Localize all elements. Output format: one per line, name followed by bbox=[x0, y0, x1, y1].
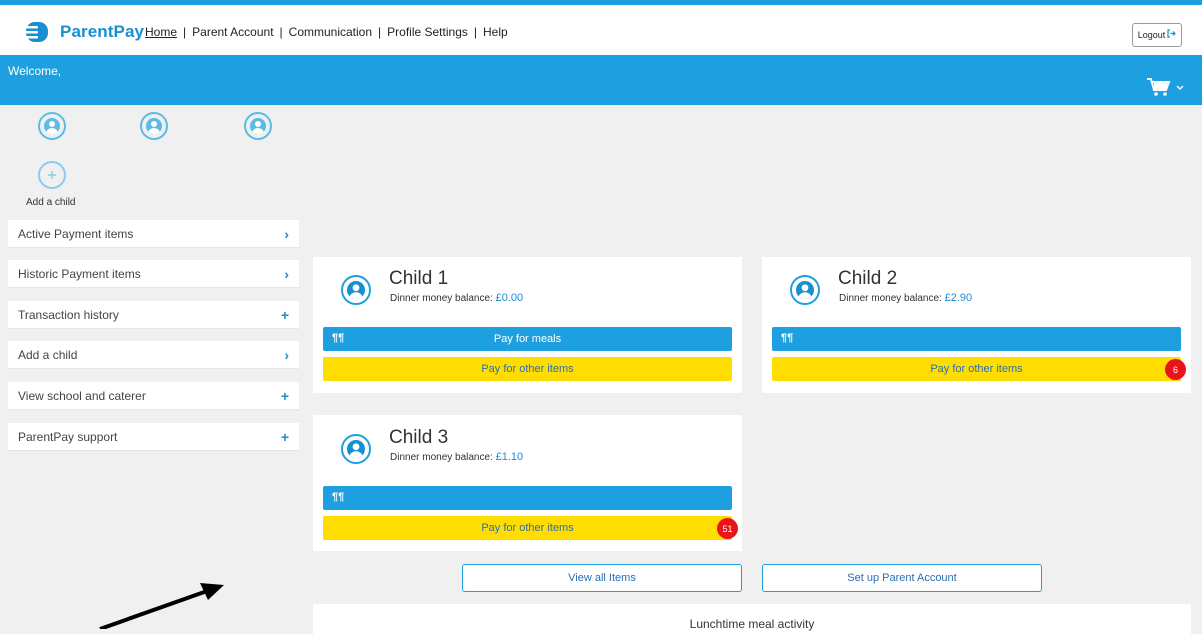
dinner-money-balance: Dinner money balance: £0.00 bbox=[390, 292, 523, 304]
sidebar-item-add-a-child[interactable]: Add a child › bbox=[8, 341, 299, 369]
chevron-down-icon bbox=[1176, 85, 1184, 90]
sign-out-icon bbox=[1167, 29, 1177, 41]
add-child-avatar[interactable] bbox=[38, 161, 66, 189]
child-avatar bbox=[790, 275, 820, 305]
welcome-banner: Welcome, bbox=[0, 55, 1202, 105]
pay-other-label: Pay for other items bbox=[481, 363, 574, 375]
pay-for-meals-button[interactable]: ¶¶ bbox=[323, 486, 732, 510]
chevron-right-icon: › bbox=[284, 265, 289, 282]
child-name: Child 2 bbox=[838, 268, 898, 289]
nav-home[interactable]: Home bbox=[145, 25, 177, 39]
sidebar-item-label: Add a child bbox=[18, 347, 78, 362]
header-bar: ParentPay Home | Parent Account | Commun… bbox=[0, 5, 1202, 55]
chevron-right-icon: › bbox=[284, 346, 289, 363]
view-all-items-button[interactable]: View all Items bbox=[462, 564, 742, 592]
parentpay-logo-icon bbox=[24, 22, 50, 42]
pay-other-label: Pay for other items bbox=[481, 522, 574, 534]
sidebar-item-label: Active Payment items bbox=[18, 226, 134, 241]
sidebar-item-transaction-history[interactable]: Transaction history + bbox=[8, 301, 299, 329]
pending-items-badge: 6 bbox=[1165, 359, 1186, 380]
sidebar-item-parentpay-support[interactable]: ParentPay support + bbox=[8, 423, 299, 451]
user-icon bbox=[796, 281, 814, 299]
child-card-1: Child 1 Dinner money balance: £0.00 ¶¶ P… bbox=[313, 257, 742, 393]
nav-parent-account[interactable]: Parent Account bbox=[192, 25, 273, 39]
pending-items-badge: 51 bbox=[717, 518, 738, 539]
pay-for-other-items-button[interactable]: Pay for other items bbox=[323, 516, 732, 540]
plus-icon: + bbox=[280, 306, 289, 323]
user-icon bbox=[347, 281, 365, 299]
nav-separator: | bbox=[183, 25, 187, 39]
user-icon bbox=[250, 118, 266, 134]
child-avatar-2[interactable] bbox=[140, 112, 168, 140]
dinner-money-balance: Dinner money balance: £2.90 bbox=[839, 292, 972, 304]
sidebar-item-label: Transaction history bbox=[18, 307, 119, 322]
nav-separator: | bbox=[279, 25, 283, 39]
pay-for-other-items-button[interactable]: Pay for other items bbox=[323, 357, 732, 381]
user-icon bbox=[146, 118, 162, 134]
logout-label: Logout bbox=[1137, 30, 1166, 40]
setup-parent-account-label: Set up Parent Account bbox=[847, 572, 957, 584]
sidebar-item-view-school-and-caterer[interactable]: View school and caterer + bbox=[8, 382, 299, 410]
welcome-text: Welcome, bbox=[8, 64, 62, 78]
shopping-cart-icon bbox=[1147, 78, 1171, 96]
user-icon bbox=[44, 118, 60, 134]
plus-icon: + bbox=[280, 387, 289, 404]
balance-label: Dinner money balance: bbox=[839, 293, 942, 304]
chevron-right-icon: › bbox=[284, 225, 289, 242]
plus-icon bbox=[48, 171, 56, 179]
sidebar-item-active-payment-items[interactable]: Active Payment items › bbox=[8, 220, 299, 248]
pay-for-meals-label: Pay for meals bbox=[493, 333, 562, 345]
nav-separator: | bbox=[378, 25, 382, 39]
pay-other-label: Pay for other items bbox=[930, 363, 1023, 375]
pay-for-meals-button[interactable]: ¶¶ bbox=[772, 327, 1181, 351]
balance-amount: £0.00 bbox=[495, 292, 524, 304]
pay-for-other-items-button[interactable]: Pay for other items bbox=[772, 357, 1181, 381]
user-icon bbox=[347, 440, 365, 458]
child-name: Child 3 bbox=[389, 427, 449, 448]
cutlery-icon: ¶¶ bbox=[781, 332, 794, 344]
balance-label: Dinner money balance: bbox=[390, 293, 493, 304]
cutlery-icon: ¶¶ bbox=[332, 491, 345, 503]
balance-amount: £2.90 bbox=[944, 292, 973, 304]
brand-logo[interactable]: ParentPay bbox=[24, 22, 144, 42]
balance-amount: £1.10 bbox=[495, 451, 524, 463]
child-card-2: Child 2 Dinner money balance: £2.90 ¶¶ P… bbox=[762, 257, 1191, 393]
nav-communication[interactable]: Communication bbox=[289, 25, 372, 39]
logout-button[interactable]: Logout bbox=[1132, 23, 1182, 47]
cutlery-icon: ¶¶ bbox=[332, 332, 345, 344]
sidebar-item-label: ParentPay support bbox=[18, 429, 118, 444]
pay-for-meals-button[interactable]: ¶¶ Pay for meals bbox=[323, 327, 732, 351]
add-child-label[interactable]: Add a child bbox=[26, 197, 75, 208]
dinner-money-balance: Dinner money balance: £1.10 bbox=[390, 451, 523, 463]
nav-separator: | bbox=[473, 25, 477, 39]
sidebar-item-historic-payment-items[interactable]: Historic Payment items › bbox=[8, 260, 299, 288]
child-avatar bbox=[341, 434, 371, 464]
setup-parent-account-button[interactable]: Set up Parent Account bbox=[762, 564, 1042, 592]
child-card-3: Child 3 Dinner money balance: £1.10 ¶¶ P… bbox=[313, 415, 742, 551]
nav-profile-settings[interactable]: Profile Settings bbox=[387, 25, 468, 39]
child-avatar-1[interactable] bbox=[38, 112, 66, 140]
child-avatar bbox=[341, 275, 371, 305]
child-avatar-3[interactable] bbox=[244, 112, 272, 140]
view-all-items-label: View all Items bbox=[568, 572, 636, 584]
nav-help[interactable]: Help bbox=[483, 25, 508, 39]
sidebar-item-label: Historic Payment items bbox=[18, 266, 141, 281]
main-nav: Home | Parent Account | Communication | … bbox=[145, 25, 508, 39]
brand-name: ParentPay bbox=[60, 22, 145, 41]
child-name: Child 1 bbox=[389, 268, 449, 289]
sidebar-item-label: View school and caterer bbox=[18, 388, 146, 403]
balance-label: Dinner money balance: bbox=[390, 452, 493, 463]
cart-button[interactable] bbox=[1146, 77, 1184, 97]
plus-icon: + bbox=[280, 428, 289, 445]
lunchtime-meal-activity-panel: Lunchtime meal activity bbox=[313, 604, 1191, 634]
